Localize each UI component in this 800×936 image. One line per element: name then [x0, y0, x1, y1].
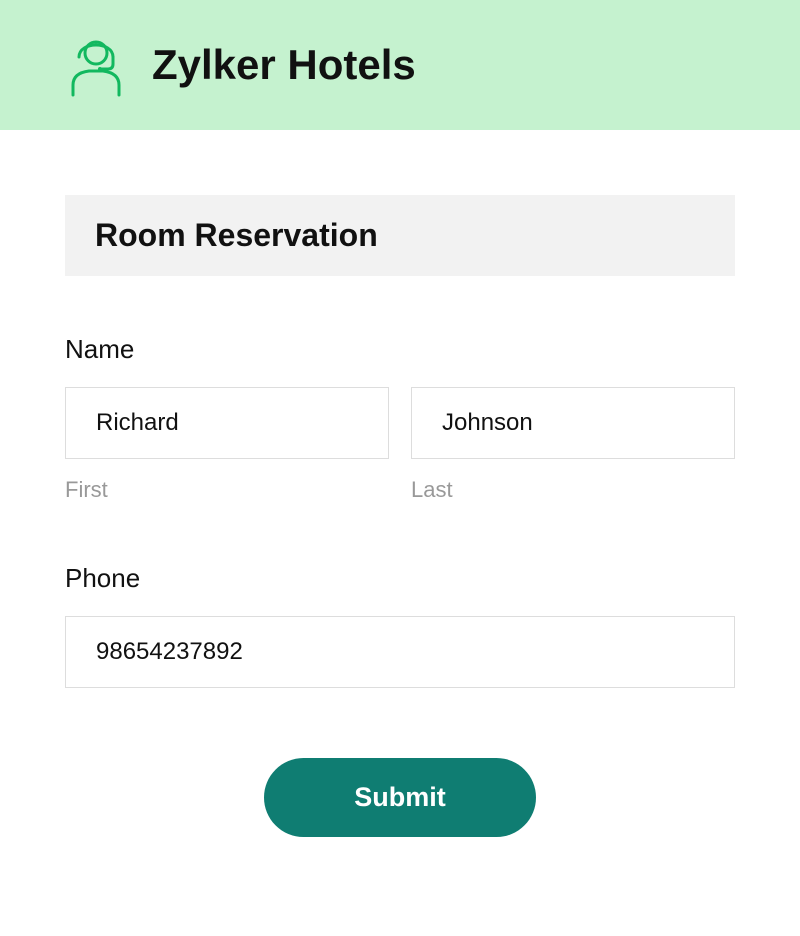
- phone-input[interactable]: [65, 616, 735, 688]
- section-title: Room Reservation: [95, 217, 705, 254]
- submit-button[interactable]: Submit: [264, 758, 536, 837]
- phone-field-group: Phone: [65, 563, 735, 688]
- last-name-col: Last: [411, 387, 735, 503]
- first-name-col: First: [65, 387, 389, 503]
- name-row: First Last: [65, 387, 735, 503]
- phone-label: Phone: [65, 563, 735, 594]
- first-name-input[interactable]: [65, 387, 389, 459]
- name-label: Name: [65, 334, 735, 365]
- support-agent-icon: [65, 31, 127, 99]
- submit-row: Submit: [65, 758, 735, 837]
- reservation-form: Name First Last Phone Submit: [65, 334, 735, 837]
- last-name-sublabel: Last: [411, 477, 735, 503]
- section-banner: Room Reservation: [65, 195, 735, 276]
- last-name-input[interactable]: [411, 387, 735, 459]
- brand-title: Zylker Hotels: [152, 41, 416, 89]
- brand-header: Zylker Hotels: [0, 0, 800, 130]
- name-field-group: Name First Last: [65, 334, 735, 503]
- first-name-sublabel: First: [65, 477, 389, 503]
